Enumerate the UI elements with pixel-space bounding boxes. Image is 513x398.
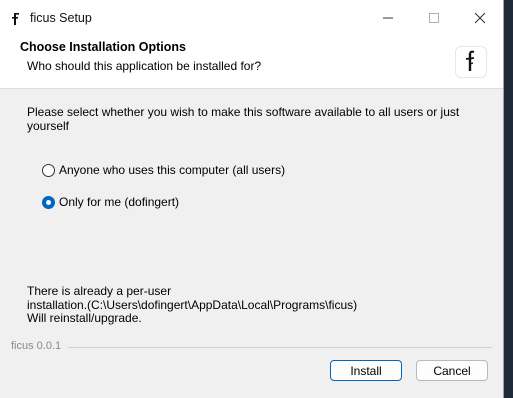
app-icon (12, 13, 19, 25)
option-only-me-label[interactable]: Only for me (dofingert) (59, 195, 179, 209)
title-bar: ficus Setup (0, 0, 503, 36)
maximize-button[interactable] (414, 4, 454, 32)
radio-all-users[interactable] (42, 163, 55, 177)
setup-window: ficus Setup Choose Installation Options … (0, 0, 504, 398)
window-title: ficus Setup (30, 11, 92, 25)
radio-only-me[interactable] (42, 195, 55, 209)
note-line: Will reinstall/upgrade. (27, 311, 142, 325)
install-button[interactable]: Install (330, 360, 402, 381)
page-subtitle: Who should this application be installed… (27, 59, 262, 73)
page-header: Choose Installation Options Who should t… (0, 36, 503, 89)
minimize-icon (383, 17, 393, 19)
ficus-logo-icon (465, 50, 475, 71)
page-title: Choose Installation Options (20, 40, 186, 54)
existing-install-note: There is already a per-user installation… (27, 284, 358, 326)
note-line: installation.(C:\Users\dofingert\AppData… (27, 297, 358, 312)
close-button[interactable] (460, 4, 500, 32)
minimize-button[interactable] (368, 4, 408, 32)
option-all-users-label[interactable]: Anyone who uses this computer (all users… (59, 163, 285, 177)
footer-divider (68, 347, 492, 348)
option-all-users[interactable]: Anyone who uses this computer (all users… (42, 163, 285, 177)
maximize-icon (429, 13, 439, 23)
close-icon (474, 12, 486, 24)
note-line: There is already a per-user (27, 284, 172, 298)
cancel-button[interactable]: Cancel (416, 360, 488, 381)
intro-text: Please select whether you wish to make t… (27, 105, 460, 133)
branding-text: ficus 0.0.1 (11, 340, 62, 352)
option-only-me[interactable]: Only for me (dofingert) (42, 195, 179, 209)
ficus-logo (455, 46, 487, 78)
